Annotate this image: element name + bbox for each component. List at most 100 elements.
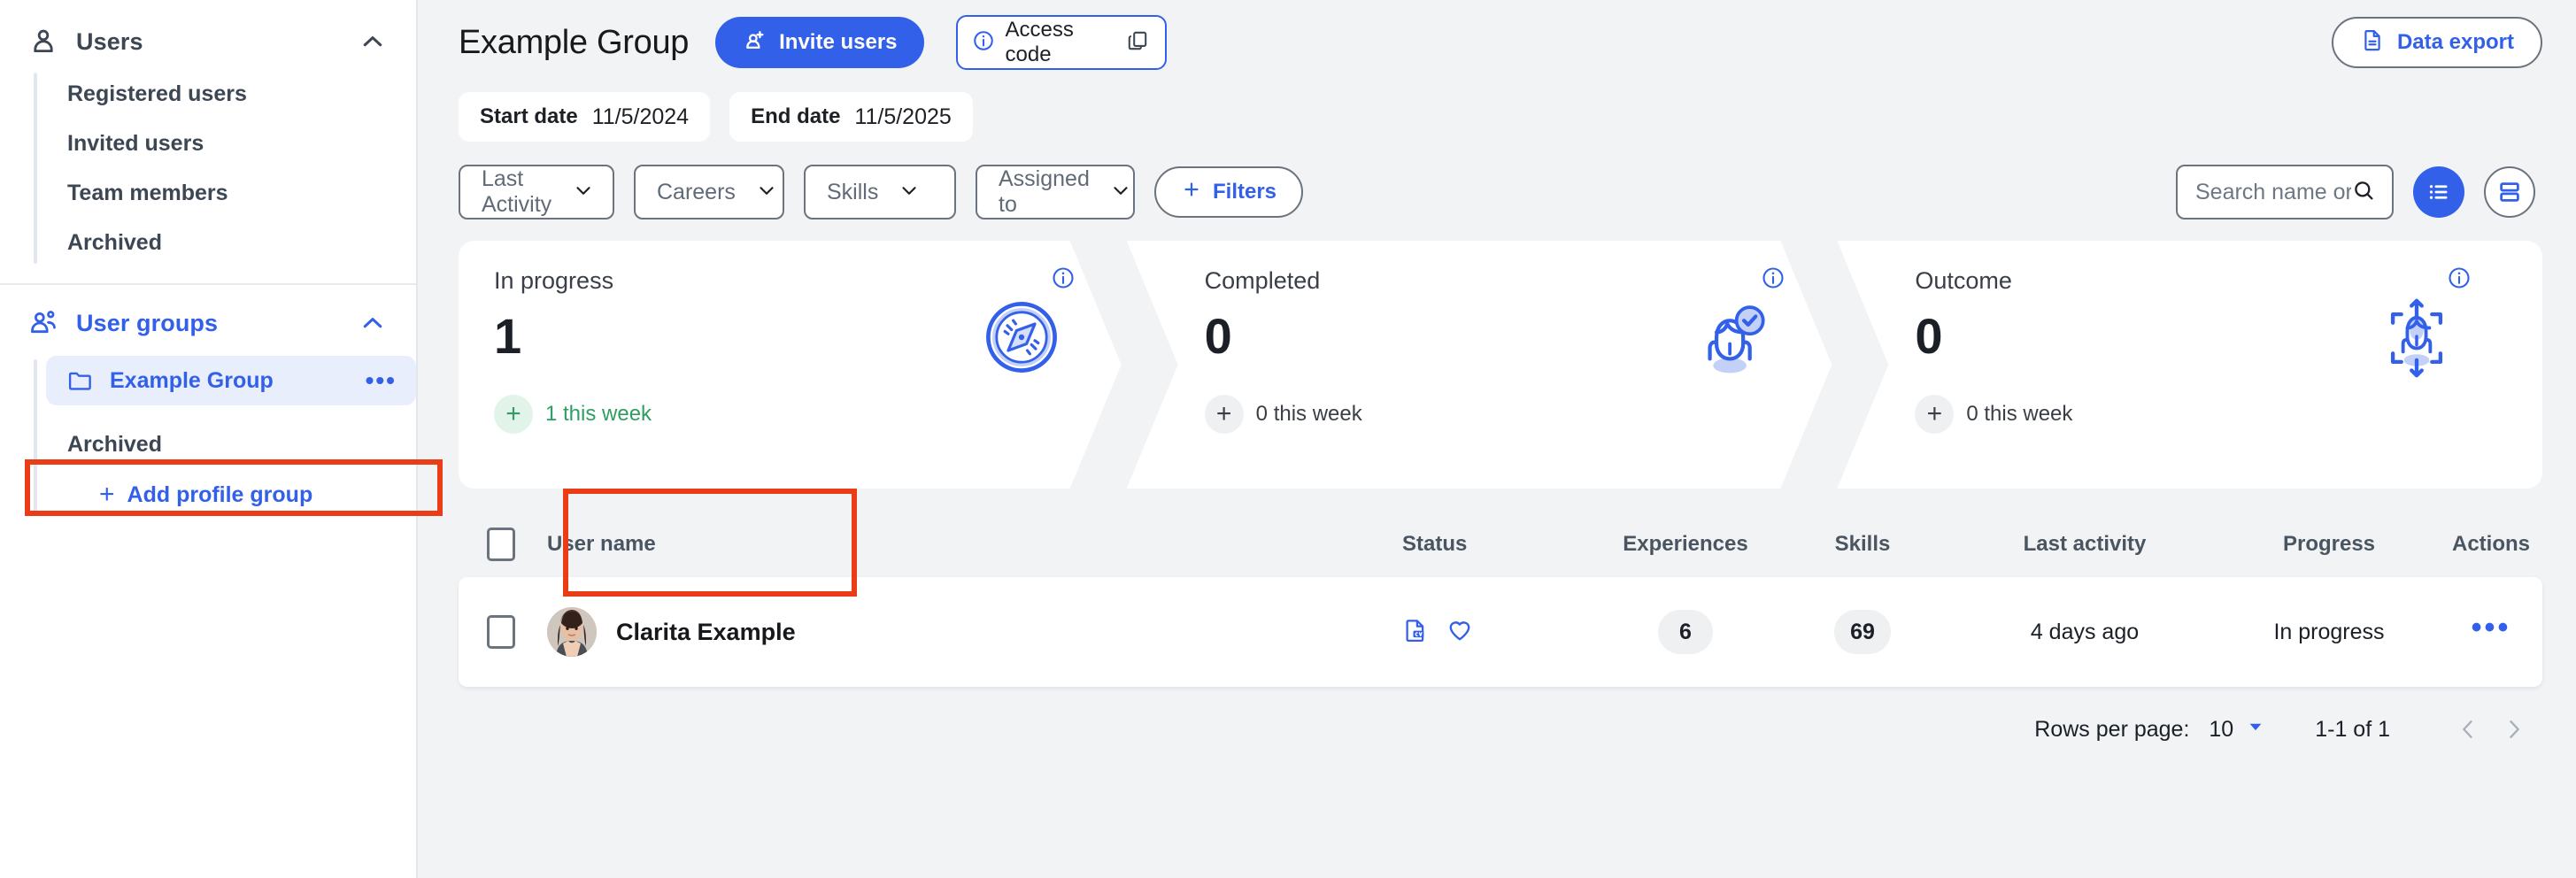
sidebar-divider	[0, 283, 416, 285]
more-actions-icon[interactable]: •••	[2472, 611, 2511, 644]
sidebar-item-example-group[interactable]: Example Group •••	[46, 356, 416, 405]
rows-per-page-value: 10	[2209, 716, 2234, 742]
rows-per-page-select[interactable]: 10	[2209, 717, 2265, 743]
info-icon	[972, 29, 995, 57]
chevron-up-icon[interactable]	[359, 310, 386, 336]
sidebar-item-label: Archived	[67, 229, 162, 255]
column-header-user-name[interactable]: User name	[547, 532, 1402, 557]
copy-icon[interactable]	[1126, 29, 1149, 57]
table-row[interactable]: Clarita Example 6 69 4 days ago In progr…	[459, 577, 2542, 687]
select-all-checkbox[interactable]	[487, 528, 515, 561]
stat-card-subtext: 1 this week	[545, 402, 652, 426]
users-table: User name Status Experiences Skills Last…	[459, 489, 2542, 687]
stat-cards-row: In progress 1 + 1 this week Completed 0 …	[418, 220, 2576, 489]
search-box[interactable]	[2176, 165, 2394, 220]
filter-label: Last Activity	[482, 166, 552, 217]
chevron-right-icon[interactable]	[2491, 706, 2537, 752]
sidebar-users-sublist: Registered users Invited users Team memb…	[34, 69, 416, 267]
chevron-down-icon	[898, 179, 921, 206]
info-icon[interactable]	[1761, 266, 1785, 295]
filter-last-activity[interactable]: Last Activity	[459, 165, 614, 220]
column-header-actions: Actions	[2451, 532, 2530, 556]
start-date-label: Start date	[480, 104, 578, 128]
end-date-field[interactable]: End date 11/5/2025	[729, 92, 973, 142]
stat-card-in-progress[interactable]: In progress 1 + 1 this week	[459, 241, 1122, 489]
invite-users-button[interactable]: Invite users	[715, 17, 924, 68]
cell-status	[1402, 617, 1597, 648]
search-icon[interactable]	[2351, 178, 2376, 207]
pagination-range: 1-1 of 1	[2315, 716, 2390, 742]
add-profile-group-label: Add profile group	[127, 481, 313, 507]
info-icon[interactable]	[2447, 266, 2472, 295]
stat-card-subtext: 0 this week	[1255, 402, 1362, 426]
sidebar-item-archived-groups[interactable]: Archived	[46, 420, 416, 469]
sidebar-item-label: Team members	[67, 180, 228, 205]
cell-actions: •••	[2440, 612, 2542, 643]
filter-label: Assigned to	[999, 166, 1090, 217]
info-icon[interactable]	[1051, 266, 1076, 295]
column-header-status[interactable]: Status	[1402, 532, 1597, 557]
folder-icon	[67, 367, 94, 394]
cell-experiences: 6	[1597, 610, 1774, 654]
card-view-icon[interactable]	[2484, 166, 2535, 218]
filter-careers[interactable]: Careers	[634, 165, 784, 220]
cell-user-name[interactable]: Clarita Example	[547, 607, 1402, 657]
stat-card-subtext-row: + 0 this week	[1915, 395, 2512, 434]
date-filter-row: Start date 11/5/2024 End date 11/5/2025	[418, 85, 2576, 142]
end-date-value: 11/5/2025	[854, 104, 952, 129]
list-view-icon[interactable]	[2413, 166, 2464, 218]
select-all-checkbox-cell	[459, 528, 547, 561]
access-code-field[interactable]: Access code	[955, 15, 1167, 70]
page-title: Example Group	[459, 23, 690, 61]
filter-skills[interactable]: Skills	[804, 165, 956, 220]
stat-card-completed[interactable]: Completed 0 + 0 this week	[1127, 241, 1832, 489]
stat-card-title: In progress	[494, 267, 614, 294]
sidebar-item-invited-users[interactable]: Invited users	[46, 119, 416, 168]
sidebar-section-label: Users	[76, 27, 143, 55]
plus-icon: +	[1205, 395, 1244, 434]
sidebar-section-label: User groups	[76, 309, 219, 336]
sidebar-item-team-members[interactable]: Team members	[46, 168, 416, 218]
sidebar-section-user-groups[interactable]: User groups	[0, 296, 416, 350]
chevron-down-icon	[1109, 179, 1132, 206]
plus-icon: +	[494, 395, 533, 434]
data-export-button[interactable]: Data export	[2331, 17, 2542, 68]
sidebar-item-registered-users[interactable]: Registered users	[46, 69, 416, 119]
start-date-value: 11/5/2024	[591, 104, 690, 129]
add-user-icon	[742, 27, 767, 58]
filter-label: Careers	[657, 179, 736, 204]
sidebar-section-users[interactable]: Users	[0, 14, 416, 69]
chevron-down-icon	[755, 179, 778, 206]
sidebar-item-archived-users[interactable]: Archived	[46, 218, 416, 267]
stat-card-title: Outcome	[1915, 267, 2012, 294]
filters-label: Filters	[1213, 180, 1277, 204]
stat-card-outcome[interactable]: Outcome 0 + 0 this week	[1837, 241, 2543, 489]
sidebar: Users Registered users Invited users Tea…	[0, 0, 443, 878]
column-header-last-activity[interactable]: Last activity	[1951, 532, 2218, 557]
table-header-row: User name Status Experiences Skills Last…	[459, 512, 2542, 577]
sidebar-item-label: Example Group	[110, 367, 274, 393]
main-content: Example Group Invite users Access code D…	[418, 0, 2576, 878]
row-select-checkbox[interactable]	[487, 615, 515, 649]
chevron-down-icon	[2246, 717, 2265, 743]
group-more-options-icon[interactable]: •••	[366, 367, 397, 392]
search-input[interactable]	[2195, 179, 2351, 205]
rows-per-page-label: Rows per page:	[2034, 716, 2190, 742]
stat-card-subtext: 0 this week	[1966, 402, 2073, 426]
chevron-left-icon[interactable]	[2445, 706, 2491, 752]
start-date-field[interactable]: Start date 11/5/2024	[459, 92, 711, 142]
column-header-skills[interactable]: Skills	[1774, 532, 1951, 557]
column-header-experiences[interactable]: Experiences	[1597, 532, 1774, 557]
row-checkbox-cell	[459, 615, 547, 649]
column-header-progress[interactable]: Progress	[2218, 532, 2440, 557]
cell-last-activity: 4 days ago	[2030, 619, 2140, 644]
filters-button[interactable]: Filters	[1154, 166, 1304, 218]
cv-document-icon[interactable]	[1402, 617, 1429, 648]
chevron-up-icon[interactable]	[359, 28, 386, 55]
filter-label: Skills	[827, 179, 879, 204]
heart-icon[interactable]	[1446, 617, 1473, 648]
stat-card-title: Completed	[1204, 267, 1321, 294]
filter-assigned-to[interactable]: Assigned to	[976, 165, 1135, 220]
add-profile-group-button[interactable]: + Add profile group	[80, 474, 416, 515]
cell-skills: 69	[1774, 610, 1951, 654]
